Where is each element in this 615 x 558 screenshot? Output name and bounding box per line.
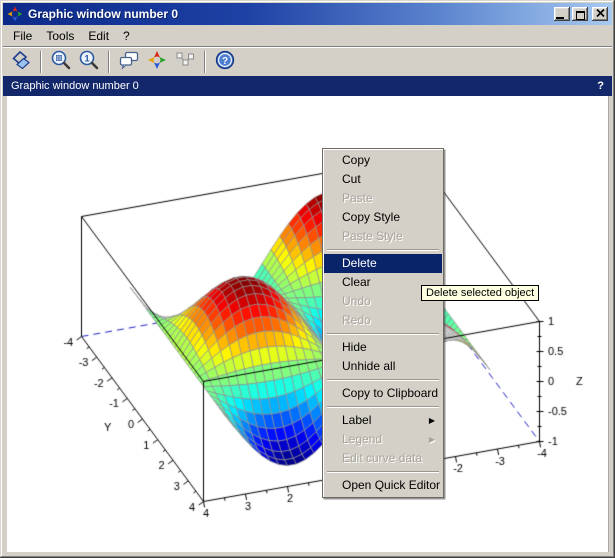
menu-item-paste[interactable]: Paste [324,189,442,208]
menu-item-redo[interactable]: Redo [324,311,442,330]
graphic-window: Graphic window number 0 FileToolsEdit? 1… [0,0,615,558]
plot-canvas[interactable] [7,96,609,552]
zoom-area-icon [50,49,72,74]
toolbar-separator [204,51,206,73]
toolbar-separator [108,51,110,73]
menu-separator [327,249,439,251]
toolbar-button-rotate[interactable] [7,49,35,75]
quick-editor-icon [146,49,168,74]
minimize-button[interactable] [554,7,570,21]
svg-text:1: 1 [84,54,90,65]
menu-item-paste-style[interactable]: Paste Style [324,227,442,246]
edit-data-icon [174,49,196,74]
menu-item-label[interactable]: Label▶ [324,411,442,430]
menubar-item-[interactable]: ? [116,27,137,45]
menu-item-unhide-all[interactable]: Unhide all [324,357,442,376]
toolbar-button-datatips[interactable] [115,49,143,75]
toolbar-button-help[interactable]: ? [211,49,239,75]
toolbar-button-edit-data[interactable] [171,49,199,75]
toolbar-button-original-view[interactable]: 1 [75,49,103,75]
menu-item-copy[interactable]: Copy [324,151,442,170]
tooltip: Delete selected object [421,285,539,301]
menu-item-edit-curve-data[interactable]: Edit curve data [324,449,442,468]
close-icon [596,5,605,20]
plot-area [3,96,612,555]
datatips-icon [118,49,140,74]
toolbar: 1? [3,46,612,76]
menu-separator [327,406,439,408]
titlebar[interactable]: Graphic window number 0 [3,3,612,25]
minimize-icon [556,17,564,19]
rotate-icon [10,49,32,74]
infobar-help-button[interactable]: ? [597,76,604,96]
infobar: Graphic window number 0 ? [3,76,612,96]
original-view-icon: 1 [78,49,100,74]
menu-item-copy-style[interactable]: Copy Style [324,208,442,227]
window-controls [554,7,608,21]
menu-separator [327,379,439,381]
menu-item-delete[interactable]: Delete [324,254,442,273]
menu-separator [327,471,439,473]
window-title: Graphic window number 0 [28,7,554,21]
maximize-icon [576,11,585,20]
menu-item-copy-to-clipboard[interactable]: Copy to Clipboard [324,384,442,403]
menu-item-hide[interactable]: Hide [324,338,442,357]
menu-item-cut[interactable]: Cut [324,170,442,189]
app-icon [7,6,23,22]
menu-separator [327,333,439,335]
svg-text:?: ? [222,56,228,67]
context-menu: CopyCutPasteCopy StylePaste Style Delete C… [322,148,444,498]
infobar-title: Graphic window number 0 [11,76,597,96]
menu-item-open-quick-editor[interactable]: Open Quick Editor [324,476,442,495]
menubar-item-file[interactable]: File [6,27,39,45]
close-button[interactable] [592,7,608,21]
submenu-arrow-icon: ▶ [429,430,435,449]
toolbar-separator [40,51,42,73]
help-icon: ? [214,49,236,74]
menubar: FileToolsEdit? [3,25,612,46]
submenu-arrow-icon: ▶ [429,411,435,430]
maximize-button[interactable] [572,7,588,21]
toolbar-button-quick-editor[interactable] [143,49,171,75]
menubar-item-edit[interactable]: Edit [81,27,116,45]
toolbar-button-zoom-area[interactable] [47,49,75,75]
menu-item-legend[interactable]: Legend▶ [324,430,442,449]
menubar-item-tools[interactable]: Tools [39,27,81,45]
